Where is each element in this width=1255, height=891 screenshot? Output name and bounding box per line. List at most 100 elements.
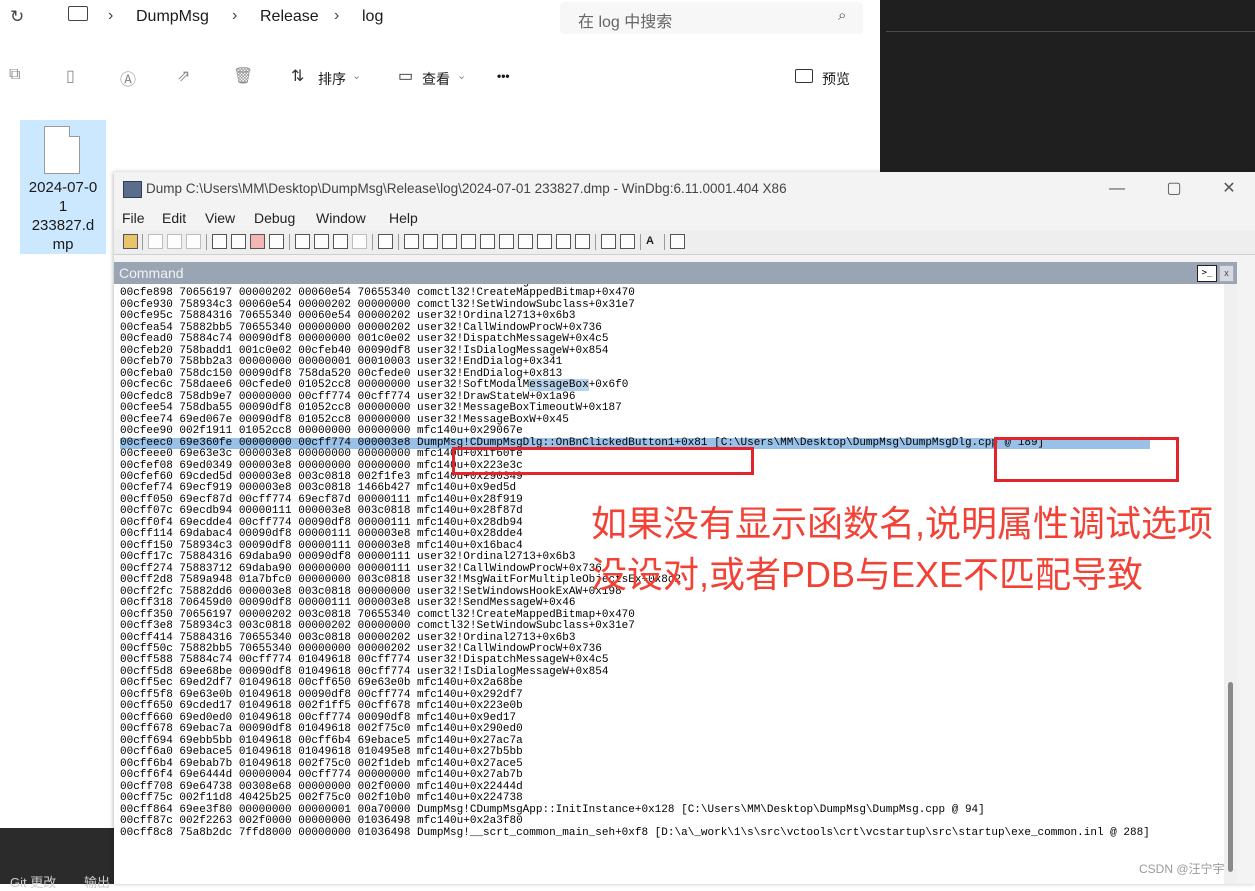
stack-frame-line[interactable]: 00cff87c 002f2263 002f0000 00000000 0103… (120, 815, 1150, 827)
window-title-bar: Dump C:\Users\MM\Desktop\DumpMsg\Release… (114, 172, 1255, 206)
command-window-icon[interactable] (404, 234, 419, 249)
source-line-icon[interactable] (601, 234, 616, 249)
paste-icon[interactable] (186, 234, 201, 249)
dump-file-item[interactable]: 2024-07-0 1 233827.d mp (20, 120, 106, 254)
delete-icon[interactable]: 🗑 (233, 66, 253, 86)
stack-frame-line[interactable]: 00cff6f4 69e6444d 00000004 00cff774 0000… (120, 769, 1150, 781)
font-button[interactable]: A (646, 235, 654, 247)
search-match: essageBox (529, 379, 589, 392)
sort-icon[interactable]: ⇅ (291, 66, 304, 86)
stack-frame-line[interactable]: 00cff75c 002f11d8 40425b25 002f75c0 002f… (120, 792, 1150, 804)
copy-icon[interactable] (167, 234, 182, 249)
toolbar-separator (142, 234, 143, 250)
menu-help[interactable]: Help (389, 210, 418, 226)
command-window-header: Command >_ x (114, 262, 1237, 284)
stack-frame-line[interactable]: 00cff3e8 758934c3 003c0818 00000202 0000… (120, 620, 1150, 632)
open-file-icon[interactable] (123, 234, 138, 249)
breadcrumb-item[interactable]: DumpMsg (136, 8, 209, 26)
step-over-icon[interactable] (314, 234, 329, 249)
options-icon[interactable] (670, 234, 685, 249)
dark-background-window (880, 0, 1255, 175)
break-icon[interactable] (269, 234, 284, 249)
step-out-icon[interactable] (333, 234, 348, 249)
view-button[interactable]: 查看 (422, 69, 450, 89)
git-changes-tab[interactable]: Git 更改 (10, 872, 56, 891)
stack-frame-line[interactable]: 00cff8c8 75a8b2dc 7ffd8000 00000000 0103… (120, 827, 1150, 839)
window-title: Dump C:\Users\MM\Desktop\DumpMsg\Release… (146, 181, 787, 196)
minimize-icon[interactable]: — (1097, 176, 1137, 202)
disassembly-window-icon[interactable] (518, 234, 533, 249)
stack-frame-line[interactable]: 00cff6a0 69ebace5 01049618 01049618 0104… (120, 746, 1150, 758)
annotation-line-2: 没设对,或者PDB与EXE不匹配导致 (591, 554, 1144, 595)
preview-button[interactable]: 预览 (822, 69, 850, 89)
windbg-app-icon (123, 181, 142, 198)
sort-button[interactable]: 排序 (318, 69, 346, 89)
stack-frame-line[interactable]: 00cfee90 002f1911 01052cc8 00000000 0000… (120, 425, 1150, 437)
toolbar-separator (289, 234, 290, 250)
share-icon[interactable]: ⇗ (177, 66, 190, 86)
menu-file[interactable]: File (122, 210, 145, 226)
cut-icon[interactable] (148, 234, 163, 249)
csdn-watermark: CSDN @汪宁宇 (1139, 862, 1225, 876)
go-icon[interactable] (212, 234, 227, 249)
toolbar-separator (398, 234, 399, 250)
paste-icon[interactable]: ▯ (66, 66, 75, 86)
restart-icon[interactable] (231, 234, 246, 249)
memory-window-icon[interactable] (480, 234, 495, 249)
pane-close-icon[interactable]: x (1219, 265, 1234, 282)
copy-icon[interactable]: ⧉ (9, 66, 20, 84)
close-icon[interactable]: ✕ (1209, 176, 1249, 202)
stack-frame-line[interactable]: 00cfec6c 758daee6 00cfede0 01052cc8 0000… (120, 379, 1150, 392)
stop-debugging-icon[interactable] (250, 234, 265, 249)
computer-icon[interactable] (68, 6, 88, 21)
menu-debug[interactable]: Debug (254, 210, 295, 226)
run-to-cursor-icon[interactable] (352, 234, 367, 249)
chevron-down-icon: ⌄ (457, 70, 467, 82)
refresh-icon[interactable]: ↻ (10, 7, 24, 27)
maximize-icon[interactable]: ▢ (1154, 176, 1194, 202)
stack-frame-line[interactable]: 00cff318 706459d0 00090df8 00000111 0000… (120, 597, 1150, 609)
toolbar-separator (595, 234, 596, 250)
annotation-line-1: 如果没有显示函数名,说明属性调试选项 (591, 503, 1214, 544)
menu-window[interactable]: Window (316, 210, 366, 226)
ide-bottom-tabs: Git 更改 输出 (0, 828, 114, 890)
source-mode-icon[interactable] (575, 234, 590, 249)
preview-pane-icon[interactable] (795, 69, 813, 83)
debug-toolbar: A (114, 230, 1255, 255)
explorer-command-bar: ⧉ ▯ Ⓐ ⇗ 🗑 ⇅ 排序 ⌄ ▭ 查看 ⌄ ••• 预览 (0, 52, 880, 102)
chevron-right-icon: › (232, 7, 238, 24)
more-options-button[interactable]: ••• (497, 69, 510, 83)
output-tab[interactable]: 输出 (84, 872, 110, 891)
search-icon[interactable]: ⌕ (838, 7, 846, 24)
prompt-icon[interactable]: >_ (1197, 265, 1217, 282)
menu-bar: File Edit View Debug Window Help (114, 206, 1255, 230)
toolbar-separator (664, 234, 665, 250)
vertical-scrollbar[interactable] (1224, 284, 1237, 884)
file-name: 2024-07-0 1 233827.d mp (28, 179, 98, 253)
breadcrumb-item[interactable]: log (362, 8, 383, 26)
rename-icon[interactable]: Ⓐ (120, 66, 136, 90)
function-name-highlight-box (452, 447, 754, 475)
breadcrumb-item[interactable]: Release (260, 8, 319, 26)
toolbar-separator (206, 234, 207, 250)
stack-frame-line[interactable]: 00cfee54 758dba55 00090df8 01052cc8 0000… (120, 402, 1150, 414)
processes-threads-icon[interactable] (556, 234, 571, 249)
menu-edit[interactable]: Edit (162, 210, 186, 226)
command-window-title: Command (119, 265, 184, 281)
registers-window-icon[interactable] (461, 234, 476, 249)
watch-window-icon[interactable] (423, 234, 438, 249)
file-icon (44, 126, 80, 174)
view-icon[interactable]: ▭ (398, 66, 413, 86)
scratch-pad-icon[interactable] (537, 234, 552, 249)
step-into-icon[interactable] (295, 234, 310, 249)
toolbar-separator (640, 234, 641, 250)
chevron-down-icon: ⌄ (352, 70, 362, 82)
breakpoint-icon[interactable] (378, 234, 393, 249)
scrollbar-thumb[interactable] (1228, 682, 1233, 872)
menu-view[interactable]: View (205, 210, 235, 226)
hex-view-icon[interactable] (620, 234, 635, 249)
call-stack-window-icon[interactable] (499, 234, 514, 249)
search-input[interactable]: 在 log 中搜索 ⌕ (560, 2, 863, 34)
locals-window-icon[interactable] (442, 234, 457, 249)
toolbar-separator (372, 234, 373, 250)
